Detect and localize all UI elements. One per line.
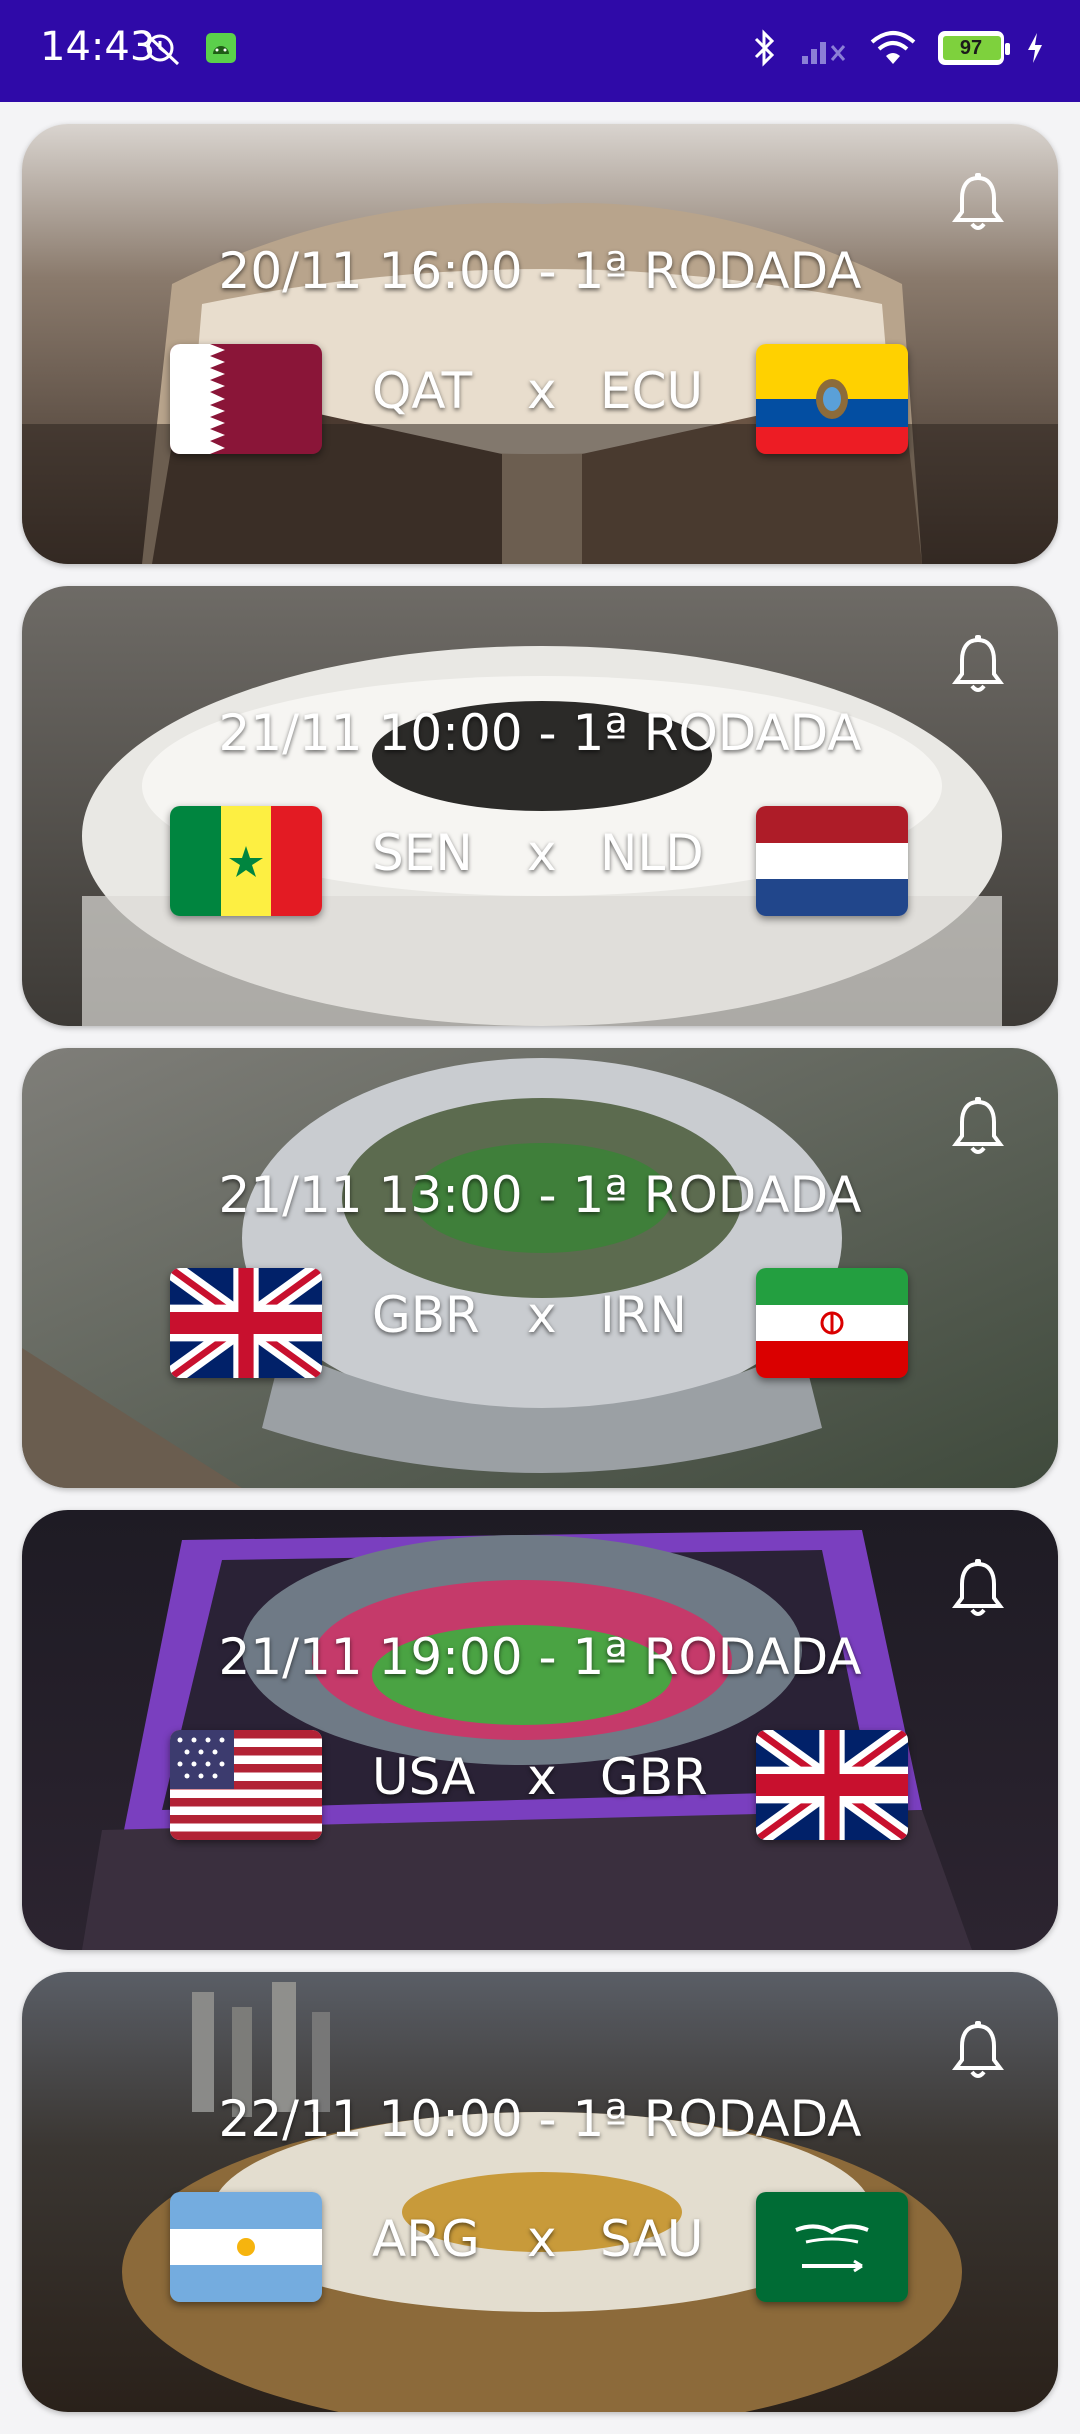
match-date-round: 21/11 19:00 - 1ª RODADA — [218, 1628, 862, 1686]
bell-icon[interactable] — [950, 1558, 1006, 1620]
match-card[interactable]: 21/11 10:00 - 1ª RODADA SEN x NLD — [22, 586, 1058, 1026]
match-date-round: 21/11 13:00 - 1ª RODADA — [218, 1166, 862, 1224]
away-team: SAU — [600, 2210, 704, 2268]
bluetooth-icon — [754, 29, 775, 67]
match-card[interactable]: 21/11 13:00 - 1ª RODADA GBR x IRN — [22, 1048, 1058, 1488]
bell-icon[interactable] — [950, 2020, 1006, 2082]
away-team: IRN — [600, 1286, 687, 1344]
ecuador-flag — [756, 344, 908, 454]
home-team: ARG — [372, 2210, 480, 2268]
bell-icon[interactable] — [950, 1096, 1006, 1158]
home-team: USA — [372, 1748, 476, 1806]
bell-icon[interactable] — [950, 172, 1006, 234]
match-card[interactable]: 22/11 10:00 - 1ª RODADA ARG x SAU — [22, 1972, 1058, 2412]
match-list: 20/11 16:00 - 1ª RODADA QAT x ECU 21/11 … — [22, 124, 1058, 2434]
versus-label: x — [527, 1286, 557, 1344]
home-team: QAT — [372, 362, 473, 420]
match-card[interactable]: 20/11 16:00 - 1ª RODADA QAT x ECU — [22, 124, 1058, 564]
usa-flag — [170, 1730, 322, 1840]
netherlands-flag — [756, 806, 908, 916]
battery-icon: 97 — [938, 31, 1010, 65]
android-notification-icon — [206, 33, 236, 63]
argentina-flag — [170, 2192, 322, 2302]
home-team: SEN — [372, 824, 473, 882]
qatar-flag — [170, 344, 322, 454]
wifi-icon — [870, 31, 916, 64]
saudi-arabia-flag — [756, 2192, 908, 2302]
signal-icon — [802, 42, 846, 64]
muted-alarm-icon — [142, 30, 180, 66]
home-team: GBR — [372, 1286, 480, 1344]
away-team: NLD — [600, 824, 704, 882]
battery-level: 97 — [959, 36, 983, 59]
match-date-round: 22/11 10:00 - 1ª RODADA — [218, 2090, 862, 2148]
match-card[interactable]: 21/11 19:00 - 1ª RODADA USA x GBR — [22, 1510, 1058, 1950]
senegal-flag — [170, 806, 322, 916]
versus-label: x — [527, 1748, 557, 1806]
iran-flag — [756, 1268, 908, 1378]
bell-icon[interactable] — [950, 634, 1006, 696]
versus-label: x — [527, 2210, 557, 2268]
united-kingdom-flag — [756, 1730, 908, 1840]
away-team: GBR — [600, 1748, 708, 1806]
match-date-round: 20/11 16:00 - 1ª RODADA — [218, 242, 862, 300]
united-kingdom-flag — [170, 1268, 322, 1378]
match-date-round: 21/11 10:00 - 1ª RODADA — [218, 704, 862, 762]
versus-label: x — [527, 824, 557, 882]
charging-icon — [1028, 33, 1042, 63]
versus-label: x — [527, 362, 557, 420]
away-team: ECU — [600, 362, 704, 420]
status-bar: 14:43 97 — [0, 0, 1080, 102]
